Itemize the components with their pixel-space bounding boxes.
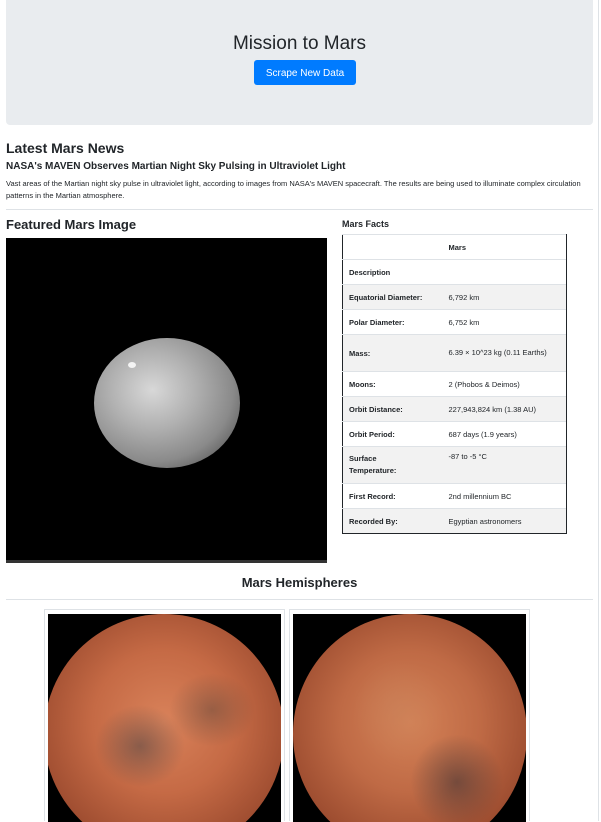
page-right-border (598, 0, 599, 821)
hemisphere-image[interactable] (293, 614, 526, 822)
fact-value: 6.39 × 10^23 kg (0.11 Earths) (442, 334, 567, 372)
table-row: Moons: 2 (Phobos & Deimos) (342, 371, 567, 397)
hemisphere-card[interactable] (289, 609, 530, 822)
fact-label: Orbit Distance: (342, 396, 443, 422)
mars-facts-table: Mars Description Equatorial Diameter: 6,… (342, 234, 567, 534)
mars-hemisphere-globe (48, 614, 281, 822)
hemisphere-image[interactable] (48, 614, 281, 822)
hemisphere-card[interactable] (44, 609, 285, 822)
mars-facts-title: Mars Facts (342, 219, 390, 229)
scrape-new-data-button[interactable]: Scrape New Data (254, 60, 356, 85)
fact-value (442, 259, 567, 285)
bright-spot (128, 362, 136, 368)
table-row: First Record: 2nd millennium BC (342, 483, 567, 509)
fact-label: First Record: (342, 483, 443, 509)
featured-image-title: Featured Mars Image (6, 217, 137, 232)
fact-value-text: 6.39 × 10^23 kg (0.11 Earths) (448, 348, 547, 357)
fact-label: Recorded By: (342, 508, 443, 534)
table-header-row: Mars (342, 234, 567, 260)
fact-value: 227,943,824 km (1.38 AU) (442, 396, 567, 422)
fact-value: 6,792 km (442, 284, 567, 310)
news-section-title: Latest Mars News (6, 140, 125, 156)
planet-image (94, 338, 240, 468)
fact-value: 6,752 km (442, 309, 567, 335)
fact-value: Egyptian astronomers (442, 508, 567, 534)
mars-hemisphere-globe (293, 614, 526, 822)
page-title: Mission to Mars (232, 33, 367, 54)
fact-value: 2nd millennium BC (442, 483, 567, 509)
featured-mars-image (6, 238, 327, 563)
fact-value: -87 to -5 °C (442, 446, 567, 484)
table-row: Orbit Period: 687 days (1.9 years) (342, 421, 567, 447)
fact-label: Equatorial Diameter: (342, 284, 443, 310)
fact-value-text: -87 to -5 °C (448, 452, 487, 461)
table-row: Polar Diameter: 6,752 km (342, 309, 567, 335)
fact-label: Description (342, 259, 443, 285)
table-header-empty (342, 234, 443, 260)
divider (6, 599, 593, 600)
header-jumbotron: Mission to Mars Scrape New Data (6, 0, 593, 125)
fact-label: Mass: (342, 334, 443, 372)
table-row: Recorded By: Egyptian astronomers (342, 508, 567, 534)
news-headline: NASA's MAVEN Observes Martian Night Sky … (6, 161, 346, 172)
divider (6, 209, 593, 210)
table-row: Orbit Distance: 227,943,824 km (1.38 AU) (342, 396, 567, 422)
table-row: Description (342, 259, 567, 285)
news-paragraph: Vast areas of the Martian night sky puls… (6, 179, 581, 200)
fact-label: Moons: (342, 371, 443, 397)
fact-label: Orbit Period: (342, 421, 443, 447)
table-row: Equatorial Diameter: 6,792 km (342, 284, 567, 310)
fact-value: 2 (Phobos & Deimos) (442, 371, 567, 397)
table-row: Surface Temperature: -87 to -5 °C (342, 446, 567, 484)
fact-value: 687 days (1.9 years) (442, 421, 567, 447)
table-row: Mass: 6.39 × 10^23 kg (0.11 Earths) (342, 334, 567, 372)
fact-label-text: Surface Temperature: (349, 454, 397, 475)
fact-label: Surface Temperature: (342, 446, 443, 484)
fact-label: Polar Diameter: (342, 309, 443, 335)
table-header-mars: Mars (442, 234, 567, 260)
hemispheres-title: Mars Hemispheres (241, 575, 358, 590)
